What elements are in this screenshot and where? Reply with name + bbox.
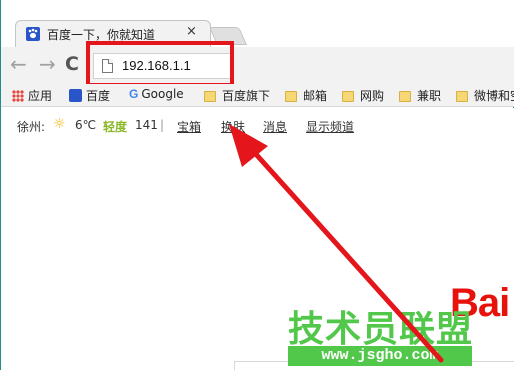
arrow-shaft bbox=[242, 139, 444, 363]
red-annotation-arrow bbox=[229, 124, 444, 363]
browser-window: 百度一下，你就知道 × ← → C 192.168.1.1 应用 百度 G Goo… bbox=[0, 0, 514, 370]
